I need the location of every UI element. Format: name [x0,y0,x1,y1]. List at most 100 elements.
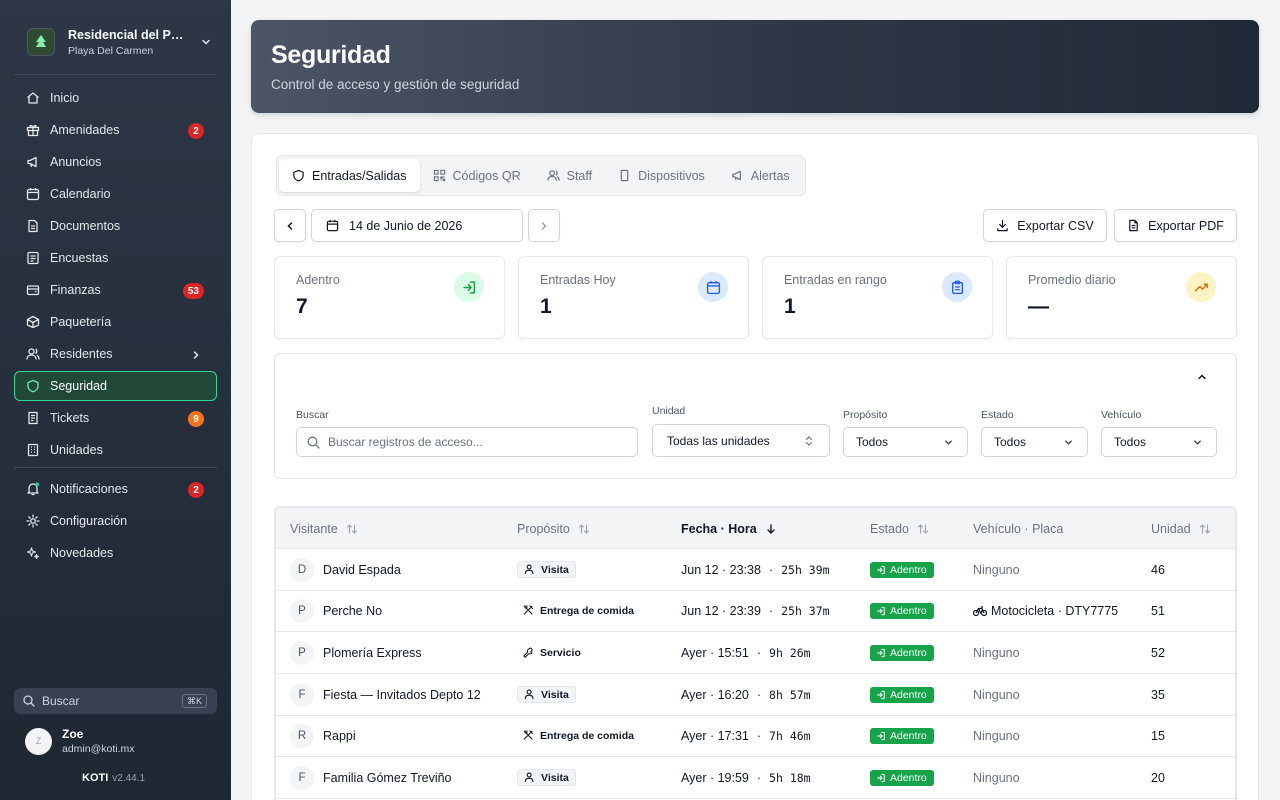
purpose-badge: Servicio [517,644,587,661]
column-header[interactable]: Propósito [517,508,590,549]
sidebar-item-tickets[interactable]: Tickets 9 [14,403,217,433]
table-body: D David Espada Visita Jun 12 · 23:38 · 25h 39… [276,549,1235,800]
notification-badge: 9 [188,411,204,427]
stat-label: Promedio diario [1028,273,1116,287]
purpose-label: Entrega de comida [540,605,634,618]
building-icon [26,443,40,457]
sidebar-item-documentos[interactable]: Documentos [14,211,217,241]
visitor-name: Perche No [323,604,383,619]
megaphone-icon [26,155,40,169]
tab-staff[interactable]: Staff [534,159,605,192]
export-csv-button[interactable]: Exportar CSV [983,209,1107,242]
stat-value: 1 [784,295,796,318]
table-row[interactable]: F Familia Gómez Treviño Visita Ayer · 19:59… [276,757,1235,800]
sidebar-item-seguridad[interactable]: Seguridad [14,371,217,401]
time-inside: 25h 37m [781,604,830,619]
sidebar-item-label: Paquetería [50,315,112,329]
user-email: admin@koti.mx [62,743,135,755]
tab-entradas-salidas[interactable]: Entradas/Salidas [279,159,420,192]
sidebar-item-novedades[interactable]: Novedades [14,538,217,568]
purpose-label: Visita [541,688,569,701]
entry-datetime: Ayer · 19:59 [681,770,749,785]
export-pdf-button[interactable]: Exportar PDF [1114,209,1237,242]
vehicle-select[interactable]: Todos [1101,427,1217,457]
stat-value: — [1028,295,1049,318]
sidebar-item-label: Residentes [50,347,113,361]
time-inside: 8h 57m [769,687,811,702]
column-header[interactable]: Estado [870,508,929,549]
sidebar-item-label: Seguridad [50,379,107,393]
status-label: Adentro [890,771,927,784]
table-row[interactable]: D David Espada Visita Jun 12 · 23:38 · 25h 39… [276,549,1235,591]
calendar-icon [26,187,40,201]
person-icon [524,563,536,576]
notification-badge: 2 [188,123,204,139]
tab-codigos-qr[interactable]: Códigos QR [420,159,534,192]
sidebar-divider [14,467,217,468]
visitor-name: Fiesta — Invitados Depto 12 [323,687,481,702]
sidebar-item-label: Configuración [50,514,128,528]
users-icon [546,169,560,182]
sidebar-item-finanzas[interactable]: Finanzas 53 [14,275,217,305]
sidebar-item-paqueteria[interactable]: Paquetería [14,307,217,337]
prev-date-button[interactable] [274,209,306,242]
table-row[interactable]: F Fiesta — Invitados Depto 12 Visita Ayer ·… [276,674,1235,716]
org-switcher[interactable]: Residencial del Pa... Playa Del Carmen [14,22,218,62]
search-input[interactable]: Buscar registros de acceso... [296,427,638,457]
sidebar-item-inicio[interactable]: Inicio [14,83,217,113]
collapse-filters-icon[interactable] [1196,371,1208,383]
unit-filter-label: Unidad [652,405,686,417]
sidebar-item-label: Anuncios [50,155,102,169]
login-icon [876,648,886,658]
sidebar-item-configuracion[interactable]: Configuración [14,506,217,536]
column-header[interactable]: Unidad [1151,508,1211,549]
visitor-name: Familia Gómez Treviño [323,770,452,785]
sidebar-item-calendario[interactable]: Calendario [14,179,217,209]
visitor-name: David Espada [323,562,401,577]
status-badge: Adentro [870,603,934,620]
status-badge: Adentro [870,686,934,703]
column-header: Vehículo · Placa [973,508,1063,549]
utensils-icon [523,605,535,617]
sidebar-item-anuncios[interactable]: Anuncios [14,147,217,177]
sidebar-item-label: Novedades [50,546,114,560]
tab-label: Alertas [750,168,790,183]
tab-bar: Entradas/Salidas Códigos QR Staff Dispositi… [276,155,806,196]
column-header[interactable]: Visitante [290,508,358,549]
purpose-select[interactable]: Todos [843,427,968,457]
status-select[interactable]: Todos [981,427,1088,457]
sidebar-item-residentes[interactable]: Residentes [14,339,217,369]
tab-dispositivos[interactable]: Dispositivos [605,159,718,192]
entry-datetime: Ayer · 16:20 [681,687,749,702]
login-icon [876,773,886,783]
purpose-badge: Visita [517,561,576,578]
sidebar-item-encuestas[interactable]: Encuestas [14,243,217,273]
user-profile[interactable]: Z Zoe admin@koti.mx [25,727,135,755]
sidebar-item-notificaciones[interactable]: Notificaciones 2 [14,474,217,504]
sidebar-item-unidades[interactable]: Unidades [14,435,217,465]
filters-panel: Buscar Buscar registros de acceso... Uni… [274,353,1237,479]
date-picker[interactable]: 14 de Junio de 2026 [311,209,523,242]
shield-icon [26,379,40,393]
notification-badge: 2 [188,482,204,498]
next-date-button[interactable] [528,209,560,242]
login-icon [876,731,886,741]
wrench-icon [523,647,535,659]
sidebar-item-amenidades[interactable]: Amenidades 2 [14,115,217,145]
status-label: Adentro [890,563,927,576]
tab-label: Códigos QR [452,168,521,183]
tab-label: Entradas/Salidas [312,168,407,183]
table-row[interactable]: R Rappi Entrega de comida Ayer · 17:31 · 7h 4… [276,716,1235,758]
tab-alertas[interactable]: Alertas [718,159,803,192]
wallet-icon [26,283,40,297]
vehicle-plate: Ninguno [973,687,1020,702]
purpose-label: Visita [541,563,569,576]
chevron-right-icon [538,220,550,232]
qr-code-icon [433,169,446,182]
sidebar-search[interactable]: Buscar ⌘K [14,688,217,714]
table-row[interactable]: P Plomería Express Servicio Ayer · 15:51 · 9h… [276,632,1235,675]
column-header[interactable]: Fecha · Hora [681,508,777,549]
unit-select[interactable]: Todas las unidades [652,424,830,457]
table-row[interactable]: P Perche No Entrega de comida Jun 12 · 23:3… [276,591,1235,633]
unit-number: 20 [1151,770,1165,785]
